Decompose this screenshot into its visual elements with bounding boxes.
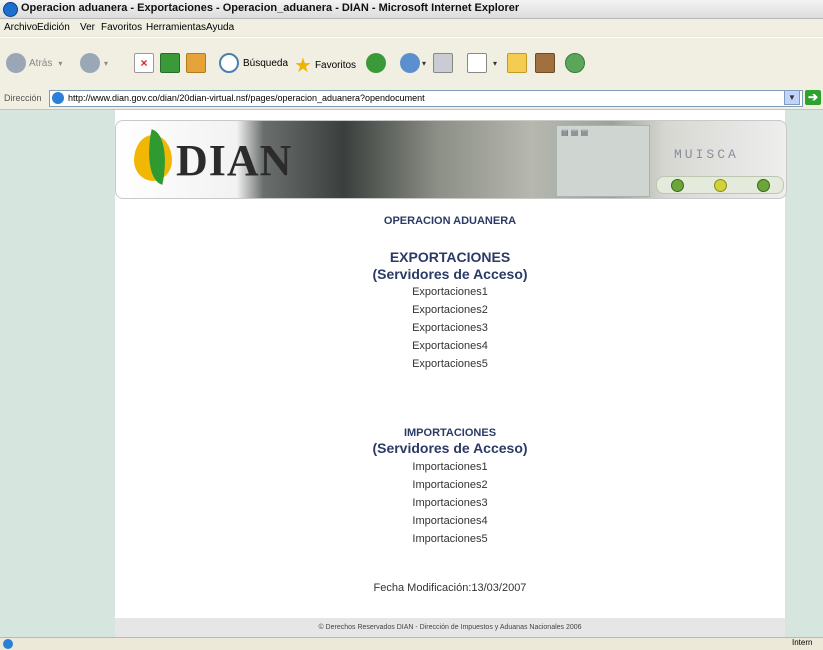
export-link-1[interactable]: Exportaciones1 — [115, 286, 785, 298]
nav-center-icon[interactable] — [714, 179, 727, 192]
edit-button[interactable]: ▾ — [467, 53, 497, 73]
menu-favoritos[interactable]: Favoritos — [101, 22, 142, 33]
refresh-button[interactable] — [160, 53, 180, 73]
messenger-button[interactable] — [565, 53, 585, 73]
footer-copyright: © Derechos Reservados DIAN - Dirección d… — [115, 618, 785, 637]
status-page-icon — [3, 639, 13, 649]
search-label: Búsqueda — [243, 57, 289, 69]
import-link-1[interactable]: Importaciones1 — [115, 461, 785, 473]
folder-icon — [507, 53, 527, 73]
research-button[interactable] — [535, 53, 555, 73]
menu-ayuda[interactable]: Ayuda — [206, 22, 234, 33]
forward-arrow-icon — [80, 53, 100, 73]
muisca-brand: MUISCA — [674, 147, 739, 162]
favorites-label: Favoritos — [314, 60, 357, 71]
page-icon — [52, 92, 64, 104]
address-label: Dirección — [4, 93, 42, 103]
menu-archivo[interactable]: Archivo — [4, 22, 37, 33]
menu-herramientas[interactable]: Herramientas — [146, 22, 206, 33]
refresh-icon — [160, 53, 180, 73]
status-zone: Intern — [792, 638, 813, 647]
search-button[interactable]: Búsqueda — [219, 53, 288, 73]
back-button[interactable]: Atrás ▾ — [6, 53, 62, 73]
import-subtitle: (Servidores de Acceso) — [372, 440, 528, 456]
export-link-2[interactable]: Exportaciones2 — [115, 304, 785, 316]
folder-button[interactable] — [507, 53, 527, 73]
back-arrow-icon — [6, 53, 26, 73]
back-dropdown-icon[interactable]: ▾ — [58, 59, 62, 68]
home-icon — [186, 53, 206, 73]
import-title: IMPORTACIONES — [403, 427, 497, 439]
forward-button[interactable]: ▾ — [80, 53, 108, 73]
page-body: DIAN ▤ ▤ ▤ MUISCA OPERACION ADUANERA EXP… — [115, 110, 787, 637]
screen-decoration-icon: ▤ ▤ ▤ — [561, 128, 589, 137]
export-link-4[interactable]: Exportaciones4 — [115, 340, 785, 352]
toolbar: Atrás ▾ ▾ × Búsqueda ★ Favoritos ▾ ▾ — [0, 37, 823, 89]
title-bar: Operacion aduanera - Exportaciones - Ope… — [0, 0, 823, 19]
go-button[interactable]: ➔ — [805, 90, 821, 105]
stop-button[interactable]: × — [134, 53, 154, 73]
export-link-3[interactable]: Exportaciones3 — [115, 322, 785, 334]
export-subtitle: (Servidores de Acceso) — [372, 266, 528, 282]
import-link-3[interactable]: Importaciones3 — [115, 497, 785, 509]
mail-icon — [400, 53, 420, 73]
back-label: Atrás — [29, 57, 53, 69]
modification-date: Fecha Modificación:13/03/2007 — [373, 582, 527, 594]
menu-edicion[interactable]: Edición — [37, 22, 70, 33]
dian-banner: DIAN ▤ ▤ ▤ MUISCA — [115, 120, 787, 199]
search-icon — [219, 53, 239, 73]
import-link-2[interactable]: Importaciones2 — [115, 479, 785, 491]
import-link-4[interactable]: Importaciones4 — [115, 515, 785, 527]
address-bar: Dirección http://www.dian.gov.co/dian/20… — [0, 88, 823, 110]
menu-ver[interactable]: Ver — [80, 22, 95, 33]
address-dropdown-icon[interactable]: ▼ — [784, 90, 800, 105]
nav-left-icon[interactable] — [671, 179, 684, 192]
edit-dropdown-icon[interactable]: ▾ — [493, 59, 497, 68]
favorites-button[interactable]: ★ Favoritos — [294, 53, 356, 78]
window-title: Operacion aduanera - Exportaciones - Ope… — [21, 2, 520, 14]
stop-icon: × — [134, 53, 154, 73]
nav-right-icon[interactable] — [757, 179, 770, 192]
page-heading: OPERACION ADUANERA — [383, 215, 517, 227]
address-input[interactable]: http://www.dian.gov.co/dian/20dian-virtu… — [49, 90, 803, 107]
forward-dropdown-icon[interactable]: ▾ — [104, 59, 108, 68]
dian-logo-text: DIAN — [176, 136, 293, 185]
page-viewport: DIAN ▤ ▤ ▤ MUISCA OPERACION ADUANERA EXP… — [0, 110, 823, 637]
mail-button[interactable]: ▾ — [400, 53, 426, 73]
menu-bar: Archivo Edición Ver Favoritos Herramient… — [0, 19, 823, 36]
banner-nav-pill — [656, 176, 784, 194]
banner-screen-image: ▤ ▤ ▤ — [556, 125, 650, 197]
research-icon — [535, 53, 555, 73]
print-button[interactable] — [433, 53, 453, 73]
export-title: EXPORTACIONES — [389, 249, 511, 265]
history-button[interactable] — [366, 53, 386, 73]
address-url: http://www.dian.gov.co/dian/20dian-virtu… — [68, 93, 425, 103]
import-link-5[interactable]: Importaciones5 — [115, 533, 785, 545]
history-icon — [366, 53, 386, 73]
print-icon — [433, 53, 453, 73]
ie-icon — [3, 2, 18, 17]
status-bar: Intern — [0, 637, 823, 650]
word-icon — [467, 53, 487, 73]
messenger-icon — [565, 53, 585, 73]
home-button[interactable] — [186, 53, 206, 73]
export-link-5[interactable]: Exportaciones5 — [115, 358, 785, 370]
favorites-star-icon: ★ — [294, 55, 312, 77]
mail-dropdown-icon[interactable]: ▾ — [422, 59, 426, 68]
